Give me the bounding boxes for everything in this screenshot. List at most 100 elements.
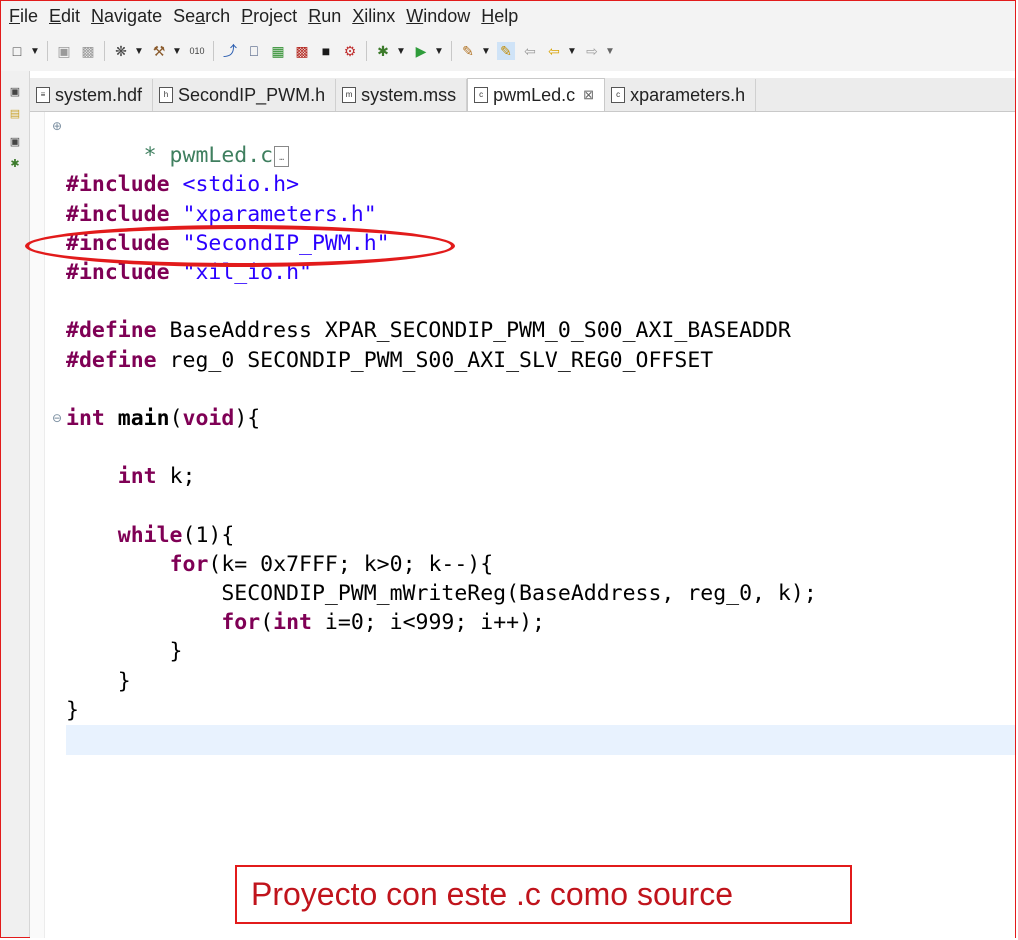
build-target-icon[interactable]: ❋: [112, 42, 130, 60]
tab-xparameters-h[interactable]: c xparameters.h: [605, 79, 757, 111]
menu-mnemonic: F: [9, 5, 20, 26]
forward-dropdown-icon[interactable]: ▼: [605, 46, 617, 57]
code-line: int k;: [66, 462, 1015, 491]
menu-mnemonic: W: [406, 5, 424, 26]
run-icon[interactable]: ▶: [412, 42, 430, 60]
code-line: }: [66, 667, 1015, 696]
back-dropdown-icon[interactable]: ▼: [567, 46, 579, 57]
debug-icon[interactable]: ✱: [374, 42, 392, 60]
code-line: ⊖ int main(void){: [52, 404, 1015, 433]
external-tools-dropdown-icon[interactable]: ▼: [481, 46, 493, 57]
project-explorer-icon[interactable]: ▤: [7, 107, 23, 121]
c-file-icon: c: [611, 87, 626, 103]
editor-ruler: [30, 112, 45, 938]
menu-edit[interactable]: Edit: [49, 6, 80, 27]
menu-xilinx[interactable]: Xilinx: [352, 6, 395, 27]
new-icon[interactable]: □: [8, 42, 26, 60]
code-line: #include <stdio.h>: [66, 170, 1015, 199]
debug-view-icon[interactable]: ✱: [7, 157, 23, 171]
code-token: (: [169, 405, 183, 431]
toolbar-separator: [366, 41, 367, 61]
save-all-icon[interactable]: ▩: [79, 42, 97, 60]
hammer-dropdown-icon[interactable]: ▼: [172, 46, 184, 57]
highlight-ellipse: [25, 225, 455, 267]
menu-mnemonic: N: [91, 5, 105, 26]
binary-icon[interactable]: 010: [188, 42, 206, 60]
highlight-icon[interactable]: ✎: [497, 42, 515, 60]
restore-icon[interactable]: ▣: [7, 135, 23, 149]
terminal-icon[interactable]: ⎕: [245, 42, 263, 60]
menu-window[interactable]: Window: [406, 6, 470, 27]
toolbar-separator: [104, 41, 105, 61]
menu-search[interactable]: Search: [173, 6, 230, 27]
tab-system-hdf[interactable]: ≡ system.hdf: [30, 79, 154, 111]
menu-project[interactable]: Project: [241, 6, 297, 27]
tab-label: pwmLed.c: [493, 84, 576, 105]
code-token: (k= 0x7FFF; k>0; k--){: [208, 551, 494, 577]
save-icon[interactable]: ▣: [55, 42, 73, 60]
expand-icon[interactable]: ⊕: [52, 112, 62, 141]
keyword-token: #define: [66, 347, 157, 373]
code-token: reg_0 SECONDIP_PWM_S00_AXI_SLV_REG0_OFFS…: [156, 347, 714, 373]
menu-file[interactable]: File: [9, 6, 38, 27]
back-icon[interactable]: ⇦: [545, 42, 563, 60]
toolbar-separator: [47, 41, 48, 61]
code-line: SECONDIP_PWM_mWriteReg(BaseAddress, reg_…: [66, 579, 1015, 608]
tab-system-mss[interactable]: m system.mss: [336, 79, 468, 111]
string-token: <stdio.h>: [182, 172, 300, 198]
menu-label-rest: roject: [253, 5, 298, 26]
restore-icon[interactable]: ▣: [7, 85, 23, 99]
debug-config-icon[interactable]: ⚙: [341, 42, 359, 60]
keyword-token: #include: [66, 201, 170, 227]
menu-run[interactable]: Run: [308, 6, 341, 27]
menu-label-rest: dit: [61, 5, 81, 26]
tab-secondip-pwm-h[interactable]: h SecondIP_PWM.h: [153, 79, 337, 111]
menu-label-rest: avigate: [104, 5, 163, 26]
pin-icon[interactable]: ⤴: [221, 42, 239, 60]
menu-label-rest: un: [321, 5, 342, 26]
build-target-dropdown-icon[interactable]: ▼: [134, 46, 146, 57]
keyword-token: #define: [66, 318, 157, 344]
left-trim-bar: ▣ ▤ ▣ ✱: [1, 71, 30, 937]
header-file-icon: h: [159, 87, 174, 103]
menu-mnemonic: R: [308, 5, 322, 26]
hdf-file-icon: ≡: [36, 87, 50, 103]
hammer-icon[interactable]: ⚒: [150, 42, 168, 60]
menu-label-rest: indow: [423, 5, 471, 26]
code-token: SECONDIP_PWM_mWriteReg(BaseAddress, reg_…: [66, 581, 817, 606]
menu-bar: File Edit Navigate Search Project Run Xilinx Wi…: [1, 1, 1015, 31]
code-token: }: [66, 639, 183, 665]
code-token: }: [66, 697, 79, 723]
menu-mnemonic: P: [241, 5, 254, 26]
keyword-token: for: [169, 551, 209, 577]
external-tools-icon[interactable]: ✎: [459, 42, 477, 60]
code-area[interactable]: ⊕ * pwmLed.c… #include <stdio.h> #include …: [52, 112, 1015, 754]
close-icon[interactable]: ⊠: [583, 87, 594, 103]
code-line: for(k= 0x7FFF; k>0; k--){: [66, 550, 1015, 579]
fpga-icon[interactable]: ▦: [269, 42, 287, 60]
code-token: (1){: [182, 522, 235, 548]
menu-mnemonic: H: [481, 5, 495, 26]
code-line: #define reg_0 SECONDIP_PWM_S00_AXI_SLV_R…: [66, 346, 1015, 375]
collapse-icon[interactable]: ⊖: [52, 404, 62, 433]
last-edit-icon[interactable]: ⇦: [521, 42, 539, 60]
code-line: #define BaseAddress XPAR_SECONDIP_PWM_0_…: [66, 316, 1015, 345]
menu-help[interactable]: Help: [481, 6, 518, 27]
debug-dropdown-icon[interactable]: ▼: [396, 46, 408, 57]
forward-icon[interactable]: ⇨: [583, 42, 601, 60]
run-dropdown-icon[interactable]: ▼: [434, 46, 446, 57]
console-icon[interactable]: ■: [317, 42, 335, 60]
tab-label: xparameters.h: [630, 84, 746, 105]
program-fpga-icon[interactable]: ▩: [293, 42, 311, 60]
tab-pwmled-c[interactable]: c pwmLed.c ⊠: [467, 78, 606, 111]
keyword-token: int: [117, 464, 157, 490]
menu-navigate[interactable]: Navigate: [91, 6, 162, 27]
menu-label-prefix: Se: [173, 5, 196, 26]
new-dropdown-icon[interactable]: ▼: [30, 46, 42, 57]
